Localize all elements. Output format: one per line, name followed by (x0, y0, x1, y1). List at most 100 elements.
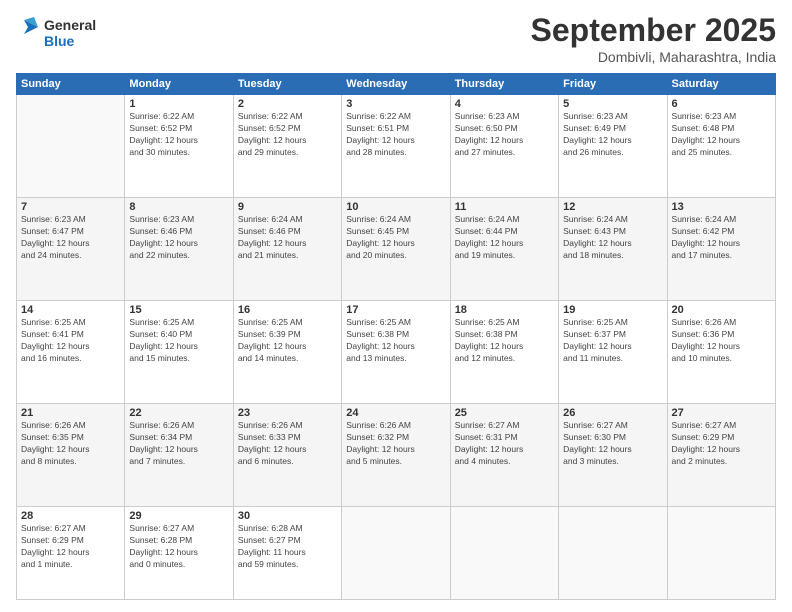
day-info: Sunrise: 6:25 AM Sunset: 6:38 PM Dayligh… (346, 317, 445, 365)
day-info: Sunrise: 6:27 AM Sunset: 6:28 PM Dayligh… (129, 523, 228, 571)
day-number: 10 (346, 201, 445, 213)
day-info: Sunrise: 6:23 AM Sunset: 6:47 PM Dayligh… (21, 214, 120, 262)
day-info: Sunrise: 6:27 AM Sunset: 6:31 PM Dayligh… (455, 420, 554, 468)
day-number: 22 (129, 407, 228, 419)
day-number: 29 (129, 510, 228, 522)
day-info: Sunrise: 6:25 AM Sunset: 6:39 PM Dayligh… (238, 317, 337, 365)
calendar-cell (559, 507, 667, 600)
calendar-cell: 18Sunrise: 6:25 AM Sunset: 6:38 PM Dayli… (450, 301, 558, 404)
day-number: 9 (238, 201, 337, 213)
calendar-cell: 9Sunrise: 6:24 AM Sunset: 6:46 PM Daylig… (233, 198, 341, 301)
calendar-cell: 5Sunrise: 6:23 AM Sunset: 6:49 PM Daylig… (559, 95, 667, 198)
day-info: Sunrise: 6:27 AM Sunset: 6:29 PM Dayligh… (21, 523, 120, 571)
day-number: 30 (238, 510, 337, 522)
calendar-cell: 2Sunrise: 6:22 AM Sunset: 6:52 PM Daylig… (233, 95, 341, 198)
calendar-cell: 25Sunrise: 6:27 AM Sunset: 6:31 PM Dayli… (450, 404, 558, 507)
location: Dombivli, Maharashtra, India (531, 49, 776, 65)
calendar-cell: 3Sunrise: 6:22 AM Sunset: 6:51 PM Daylig… (342, 95, 450, 198)
logo: General Blue (16, 12, 126, 59)
page: General Blue September 2025 Dombivli, Ma… (0, 0, 792, 612)
day-info: Sunrise: 6:24 AM Sunset: 6:44 PM Dayligh… (455, 214, 554, 262)
day-info: Sunrise: 6:25 AM Sunset: 6:38 PM Dayligh… (455, 317, 554, 365)
day-info: Sunrise: 6:22 AM Sunset: 6:52 PM Dayligh… (238, 111, 337, 159)
day-number: 5 (563, 98, 662, 110)
day-number: 24 (346, 407, 445, 419)
day-number: 12 (563, 201, 662, 213)
weekday-header: Sunday (17, 74, 125, 95)
calendar-cell: 1Sunrise: 6:22 AM Sunset: 6:52 PM Daylig… (125, 95, 233, 198)
day-info: Sunrise: 6:26 AM Sunset: 6:33 PM Dayligh… (238, 420, 337, 468)
day-info: Sunrise: 6:25 AM Sunset: 6:37 PM Dayligh… (563, 317, 662, 365)
day-number: 16 (238, 304, 337, 316)
day-number: 2 (238, 98, 337, 110)
calendar-cell: 22Sunrise: 6:26 AM Sunset: 6:34 PM Dayli… (125, 404, 233, 507)
weekday-header: Friday (559, 74, 667, 95)
calendar-cell: 21Sunrise: 6:26 AM Sunset: 6:35 PM Dayli… (17, 404, 125, 507)
calendar-week-row: 7Sunrise: 6:23 AM Sunset: 6:47 PM Daylig… (17, 198, 776, 301)
calendar-week-row: 21Sunrise: 6:26 AM Sunset: 6:35 PM Dayli… (17, 404, 776, 507)
calendar-cell: 30Sunrise: 6:28 AM Sunset: 6:27 PM Dayli… (233, 507, 341, 600)
weekday-header: Wednesday (342, 74, 450, 95)
svg-text:General: General (44, 17, 96, 33)
calendar-cell: 4Sunrise: 6:23 AM Sunset: 6:50 PM Daylig… (450, 95, 558, 198)
calendar-cell: 6Sunrise: 6:23 AM Sunset: 6:48 PM Daylig… (667, 95, 775, 198)
calendar-cell: 14Sunrise: 6:25 AM Sunset: 6:41 PM Dayli… (17, 301, 125, 404)
day-number: 3 (346, 98, 445, 110)
day-info: Sunrise: 6:26 AM Sunset: 6:34 PM Dayligh… (129, 420, 228, 468)
day-number: 13 (672, 201, 771, 213)
day-info: Sunrise: 6:23 AM Sunset: 6:49 PM Dayligh… (563, 111, 662, 159)
day-info: Sunrise: 6:23 AM Sunset: 6:48 PM Dayligh… (672, 111, 771, 159)
calendar-cell (17, 95, 125, 198)
calendar-cell: 11Sunrise: 6:24 AM Sunset: 6:44 PM Dayli… (450, 198, 558, 301)
day-info: Sunrise: 6:24 AM Sunset: 6:45 PM Dayligh… (346, 214, 445, 262)
weekday-header-row: SundayMondayTuesdayWednesdayThursdayFrid… (17, 74, 776, 95)
calendar-cell: 17Sunrise: 6:25 AM Sunset: 6:38 PM Dayli… (342, 301, 450, 404)
day-info: Sunrise: 6:23 AM Sunset: 6:46 PM Dayligh… (129, 214, 228, 262)
calendar-cell (667, 507, 775, 600)
month-title: September 2025 (531, 12, 776, 49)
weekday-header: Monday (125, 74, 233, 95)
calendar-cell: 20Sunrise: 6:26 AM Sunset: 6:36 PM Dayli… (667, 301, 775, 404)
day-info: Sunrise: 6:25 AM Sunset: 6:41 PM Dayligh… (21, 317, 120, 365)
day-number: 4 (455, 98, 554, 110)
calendar-table: SundayMondayTuesdayWednesdayThursdayFrid… (16, 73, 776, 600)
day-info: Sunrise: 6:27 AM Sunset: 6:30 PM Dayligh… (563, 420, 662, 468)
day-number: 21 (21, 407, 120, 419)
day-info: Sunrise: 6:24 AM Sunset: 6:43 PM Dayligh… (563, 214, 662, 262)
calendar-cell: 19Sunrise: 6:25 AM Sunset: 6:37 PM Dayli… (559, 301, 667, 404)
day-info: Sunrise: 6:26 AM Sunset: 6:32 PM Dayligh… (346, 420, 445, 468)
calendar-week-row: 14Sunrise: 6:25 AM Sunset: 6:41 PM Dayli… (17, 301, 776, 404)
day-number: 27 (672, 407, 771, 419)
day-info: Sunrise: 6:24 AM Sunset: 6:42 PM Dayligh… (672, 214, 771, 262)
calendar-cell (342, 507, 450, 600)
weekday-header: Saturday (667, 74, 775, 95)
calendar-cell: 24Sunrise: 6:26 AM Sunset: 6:32 PM Dayli… (342, 404, 450, 507)
calendar-week-row: 1Sunrise: 6:22 AM Sunset: 6:52 PM Daylig… (17, 95, 776, 198)
day-number: 1 (129, 98, 228, 110)
day-number: 23 (238, 407, 337, 419)
calendar-cell (450, 507, 558, 600)
day-info: Sunrise: 6:22 AM Sunset: 6:52 PM Dayligh… (129, 111, 228, 159)
calendar-cell: 15Sunrise: 6:25 AM Sunset: 6:40 PM Dayli… (125, 301, 233, 404)
calendar-cell: 28Sunrise: 6:27 AM Sunset: 6:29 PM Dayli… (17, 507, 125, 600)
calendar-cell: 7Sunrise: 6:23 AM Sunset: 6:47 PM Daylig… (17, 198, 125, 301)
day-info: Sunrise: 6:23 AM Sunset: 6:50 PM Dayligh… (455, 111, 554, 159)
day-number: 6 (672, 98, 771, 110)
day-number: 17 (346, 304, 445, 316)
day-info: Sunrise: 6:26 AM Sunset: 6:36 PM Dayligh… (672, 317, 771, 365)
day-info: Sunrise: 6:28 AM Sunset: 6:27 PM Dayligh… (238, 523, 337, 571)
calendar-cell: 12Sunrise: 6:24 AM Sunset: 6:43 PM Dayli… (559, 198, 667, 301)
day-number: 7 (21, 201, 120, 213)
calendar-cell: 29Sunrise: 6:27 AM Sunset: 6:28 PM Dayli… (125, 507, 233, 600)
header: General Blue September 2025 Dombivli, Ma… (16, 12, 776, 65)
calendar-cell: 16Sunrise: 6:25 AM Sunset: 6:39 PM Dayli… (233, 301, 341, 404)
calendar-cell: 10Sunrise: 6:24 AM Sunset: 6:45 PM Dayli… (342, 198, 450, 301)
day-number: 26 (563, 407, 662, 419)
day-number: 28 (21, 510, 120, 522)
weekday-header: Tuesday (233, 74, 341, 95)
day-info: Sunrise: 6:22 AM Sunset: 6:51 PM Dayligh… (346, 111, 445, 159)
day-number: 19 (563, 304, 662, 316)
svg-text:Blue: Blue (44, 33, 75, 49)
day-info: Sunrise: 6:27 AM Sunset: 6:29 PM Dayligh… (672, 420, 771, 468)
day-number: 18 (455, 304, 554, 316)
